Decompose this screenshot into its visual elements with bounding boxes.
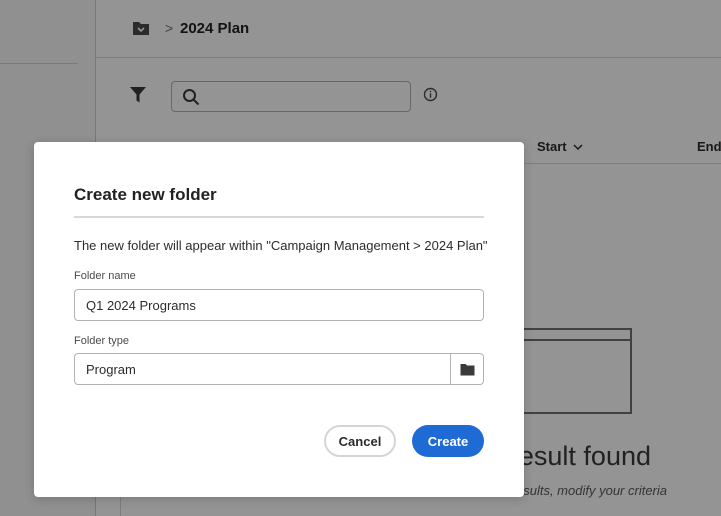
dialog-divider	[74, 216, 484, 218]
dialog-description: The new folder will appear within "Campa…	[74, 238, 488, 253]
folder-type-label: Folder type	[74, 335, 130, 347]
folder-picker-icon	[460, 363, 474, 375]
folder-type-picker[interactable]: Program	[74, 353, 484, 385]
folder-name-input[interactable]	[75, 290, 483, 320]
cancel-button[interactable]: Cancel	[324, 425, 396, 457]
folder-type-value[interactable]: Program	[75, 354, 450, 384]
create-folder-dialog: Create new folder The new folder will ap…	[34, 142, 524, 497]
folder-picker-button[interactable]	[450, 354, 483, 384]
dialog-title: Create new folder	[74, 185, 217, 204]
folder-name-label: Folder name	[74, 270, 136, 282]
create-button[interactable]: Create	[412, 425, 484, 457]
folder-name-field[interactable]	[74, 289, 484, 321]
